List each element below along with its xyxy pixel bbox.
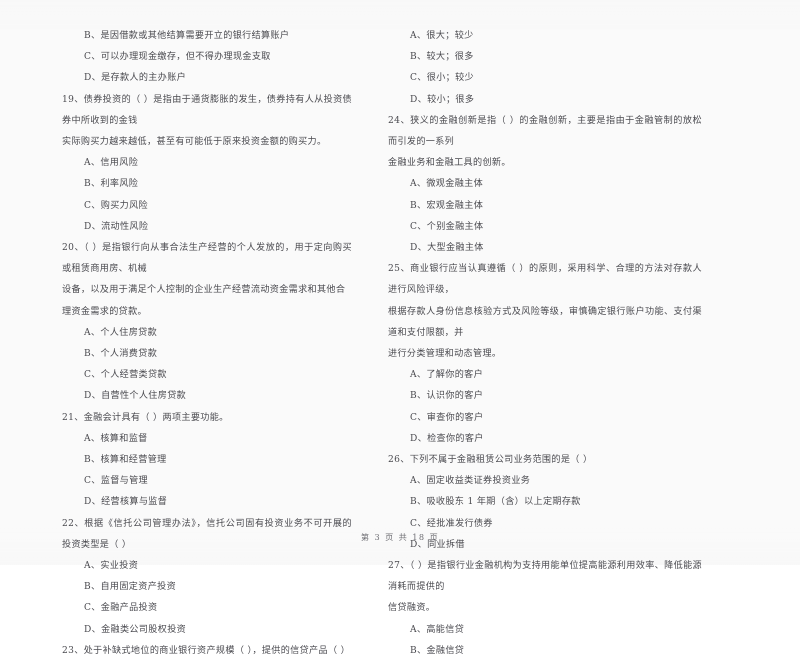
option-item: D、大型金融主体 [410, 243, 484, 254]
option-item: D、流动性风险 [84, 221, 149, 232]
question-stem-cont: 信贷融资。 [388, 603, 436, 614]
question-stem: 23、处于补缺式地位的商业银行资产规模（ ），提供的信贷产品（ ） [62, 645, 351, 656]
option-item: B、是因借款或其他结算需要开立的银行结算账户 [84, 31, 290, 41]
question-stem-cont: 根据存款人身份信息核验方式及风险等级，审慎确定银行账户功能、支付渠道和支付限额，… [388, 306, 702, 338]
option-item: B、核算和经营管理 [84, 455, 167, 466]
question-stem: 20、（ ）是指银行向从事合法生产经营的个人发放的，用于定向购买或租赁商用房、机… [62, 243, 352, 275]
question-stem: 19、债券投资的（ ）是指由于通货膨胀的发生，债券持有人从投资债券中所收到的金钱 [62, 94, 352, 126]
question-stem-cont: 金融业务和金融工具的创新。 [388, 158, 511, 169]
exam-page: B、是因借款或其他结算需要开立的银行结算账户 C、可以办理现金缴存，但不得办理现… [0, 0, 800, 656]
option-item: A、个人住房贷款 [84, 327, 158, 338]
question-stem-cont: 进行分类管理和动态管理。 [388, 349, 502, 360]
question-stem: 21、金融会计具有（ ）两项主要功能。 [62, 412, 229, 423]
right-column: A、很大；较少 B、较大；很多 C、很小；较少 D、较小；很多 24、狭义的金融… [360, 26, 720, 662]
option-item: C、可以办理现金缴存，但不得办理现金支取 [84, 52, 271, 63]
option-item: B、个人消费贷款 [84, 349, 158, 360]
option-item: A、微观金融主体 [410, 179, 484, 190]
question-stem: 26、下列不属于金融租赁公司业务范围的是（ ） [388, 455, 593, 466]
option-item: D、自营性个人住房贷款 [84, 391, 187, 402]
option-item: C、金融产品投资 [84, 603, 158, 614]
option-item: B、较大；很多 [410, 52, 474, 63]
page-footer: 第 3 页 共 18 页 [360, 532, 440, 542]
option-item: A、了解你的客户 [410, 370, 484, 381]
option-item: B、自用固定资产投资 [84, 582, 177, 593]
option-item: C、个别金融主体 [410, 221, 484, 232]
option-item: A、高能信贷 [410, 624, 465, 635]
option-item: C、个人经营类贷款 [84, 370, 167, 381]
option-item: A、很大；较少 [410, 31, 474, 41]
left-column: B、是因借款或其他结算需要开立的银行结算账户 C、可以办理现金缴存，但不得办理现… [0, 26, 360, 662]
question-stem-cont: 设备，以及用于满足个人控制的企业生产经营流动资金需求和其他合理资金需求的贷款。 [62, 285, 346, 317]
option-item: A、核算和监督 [84, 433, 148, 444]
two-column-body: B、是因借款或其他结算需要开立的银行结算账户 C、可以办理现金缴存，但不得办理现… [0, 26, 800, 662]
option-item: A、固定收益类证券投资业务 [410, 476, 531, 487]
option-item: C、购买力风险 [84, 200, 148, 211]
option-item: A、信用风险 [84, 158, 139, 169]
option-item: C、很小；较少 [410, 73, 474, 84]
option-item: C、监督与管理 [84, 476, 148, 487]
option-item: B、利率风险 [84, 179, 139, 190]
option-item: A、实业投资 [84, 561, 139, 572]
option-item: B、吸收股东 1 年期（含）以上定期存款 [410, 497, 581, 508]
option-item: C、审查你的客户 [410, 412, 484, 423]
option-item: B、宏观金融主体 [410, 200, 484, 211]
question-stem: 27、（ ）是指银行业金融机构为支持用能单位提高能源利用效率、降低能源消耗而提供… [388, 561, 702, 593]
option-item: D、较小；很多 [410, 94, 475, 105]
option-item: D、检查你的客户 [410, 433, 484, 444]
option-item: B、认识你的客户 [410, 391, 484, 402]
option-item: D、经营核算与监督 [84, 497, 168, 508]
question-stem-cont: 实际购买力越来越低，甚至有可能低于原来投资金额的购买力。 [62, 137, 327, 148]
question-stem: 24、狭义的金融创新是指（ ）的金融创新，主要是指由于金融管制的放松而引发的一系… [388, 115, 702, 148]
option-item: D、是存款人的主办账户 [84, 73, 187, 84]
question-stem: 25、商业银行应当认真遵循（ ）的原则，采用科学、合理的方法对存款人进行风险评级… [388, 264, 702, 296]
option-item: D、金融类公司股权投资 [84, 624, 187, 635]
option-item: B、金融信贷 [410, 645, 465, 656]
